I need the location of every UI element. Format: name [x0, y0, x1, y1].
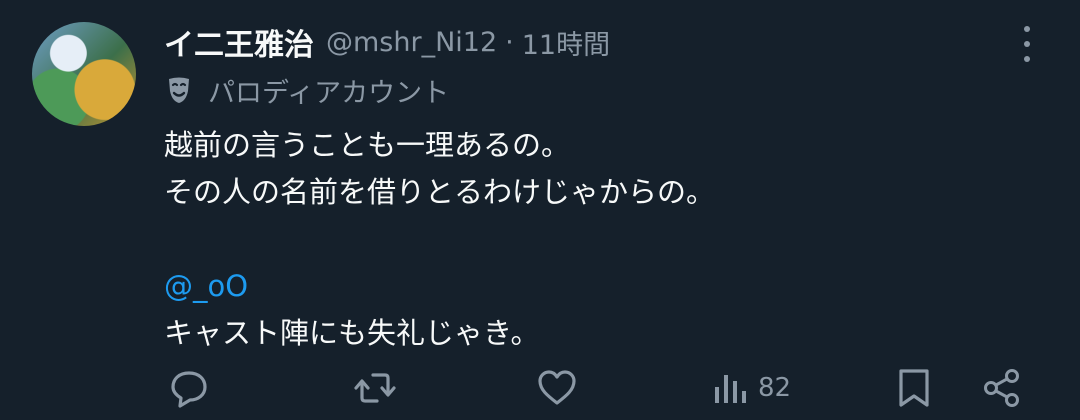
- separator-dot: ·: [505, 26, 514, 58]
- more-options-icon[interactable]: [1016, 26, 1038, 62]
- share-icon: [984, 369, 1019, 407]
- bookmark-button[interactable]: [896, 360, 932, 416]
- heart-icon: [538, 370, 576, 405]
- like-button[interactable]: [536, 360, 578, 416]
- views-count: 82: [758, 373, 792, 403]
- tweet-header: イ二王雅治 @mshr_Ni12 · 11時間: [164, 20, 610, 64]
- bookmark-icon: [899, 369, 929, 407]
- author-name[interactable]: イ二王雅治: [164, 20, 314, 64]
- reply-button[interactable]: [168, 360, 210, 416]
- tweet-line: その人の名前を借りとるわけじゃからの。: [164, 175, 716, 209]
- parody-label-text: パロディアカウント: [208, 77, 450, 109]
- views-button[interactable]: 82: [712, 360, 791, 416]
- tweet-line: キャスト陣にも失礼じゃき。: [164, 316, 540, 350]
- tweet-time[interactable]: 11時間: [522, 23, 610, 62]
- parody-account-label: パロディアカウント: [164, 70, 449, 110]
- theater-mask-icon: [169, 77, 189, 103]
- views-icon: [715, 375, 746, 403]
- avatar[interactable]: [32, 22, 136, 126]
- retweet-button[interactable]: [354, 360, 396, 416]
- share-button[interactable]: [982, 360, 1022, 416]
- reply-icon: [171, 371, 207, 408]
- tweet-body: 越前の言うことも一理あるの。 その人の名前を借りとるわけじゃからの。 @_oO …: [164, 122, 1044, 357]
- mention-link[interactable]: @_oO: [164, 263, 1044, 310]
- tweet-line: 越前の言うことも一理あるの。: [164, 128, 571, 162]
- action-bar: 82: [0, 360, 1080, 416]
- author-handle[interactable]: @mshr_Ni12: [326, 27, 497, 58]
- retweet-icon: [354, 373, 396, 403]
